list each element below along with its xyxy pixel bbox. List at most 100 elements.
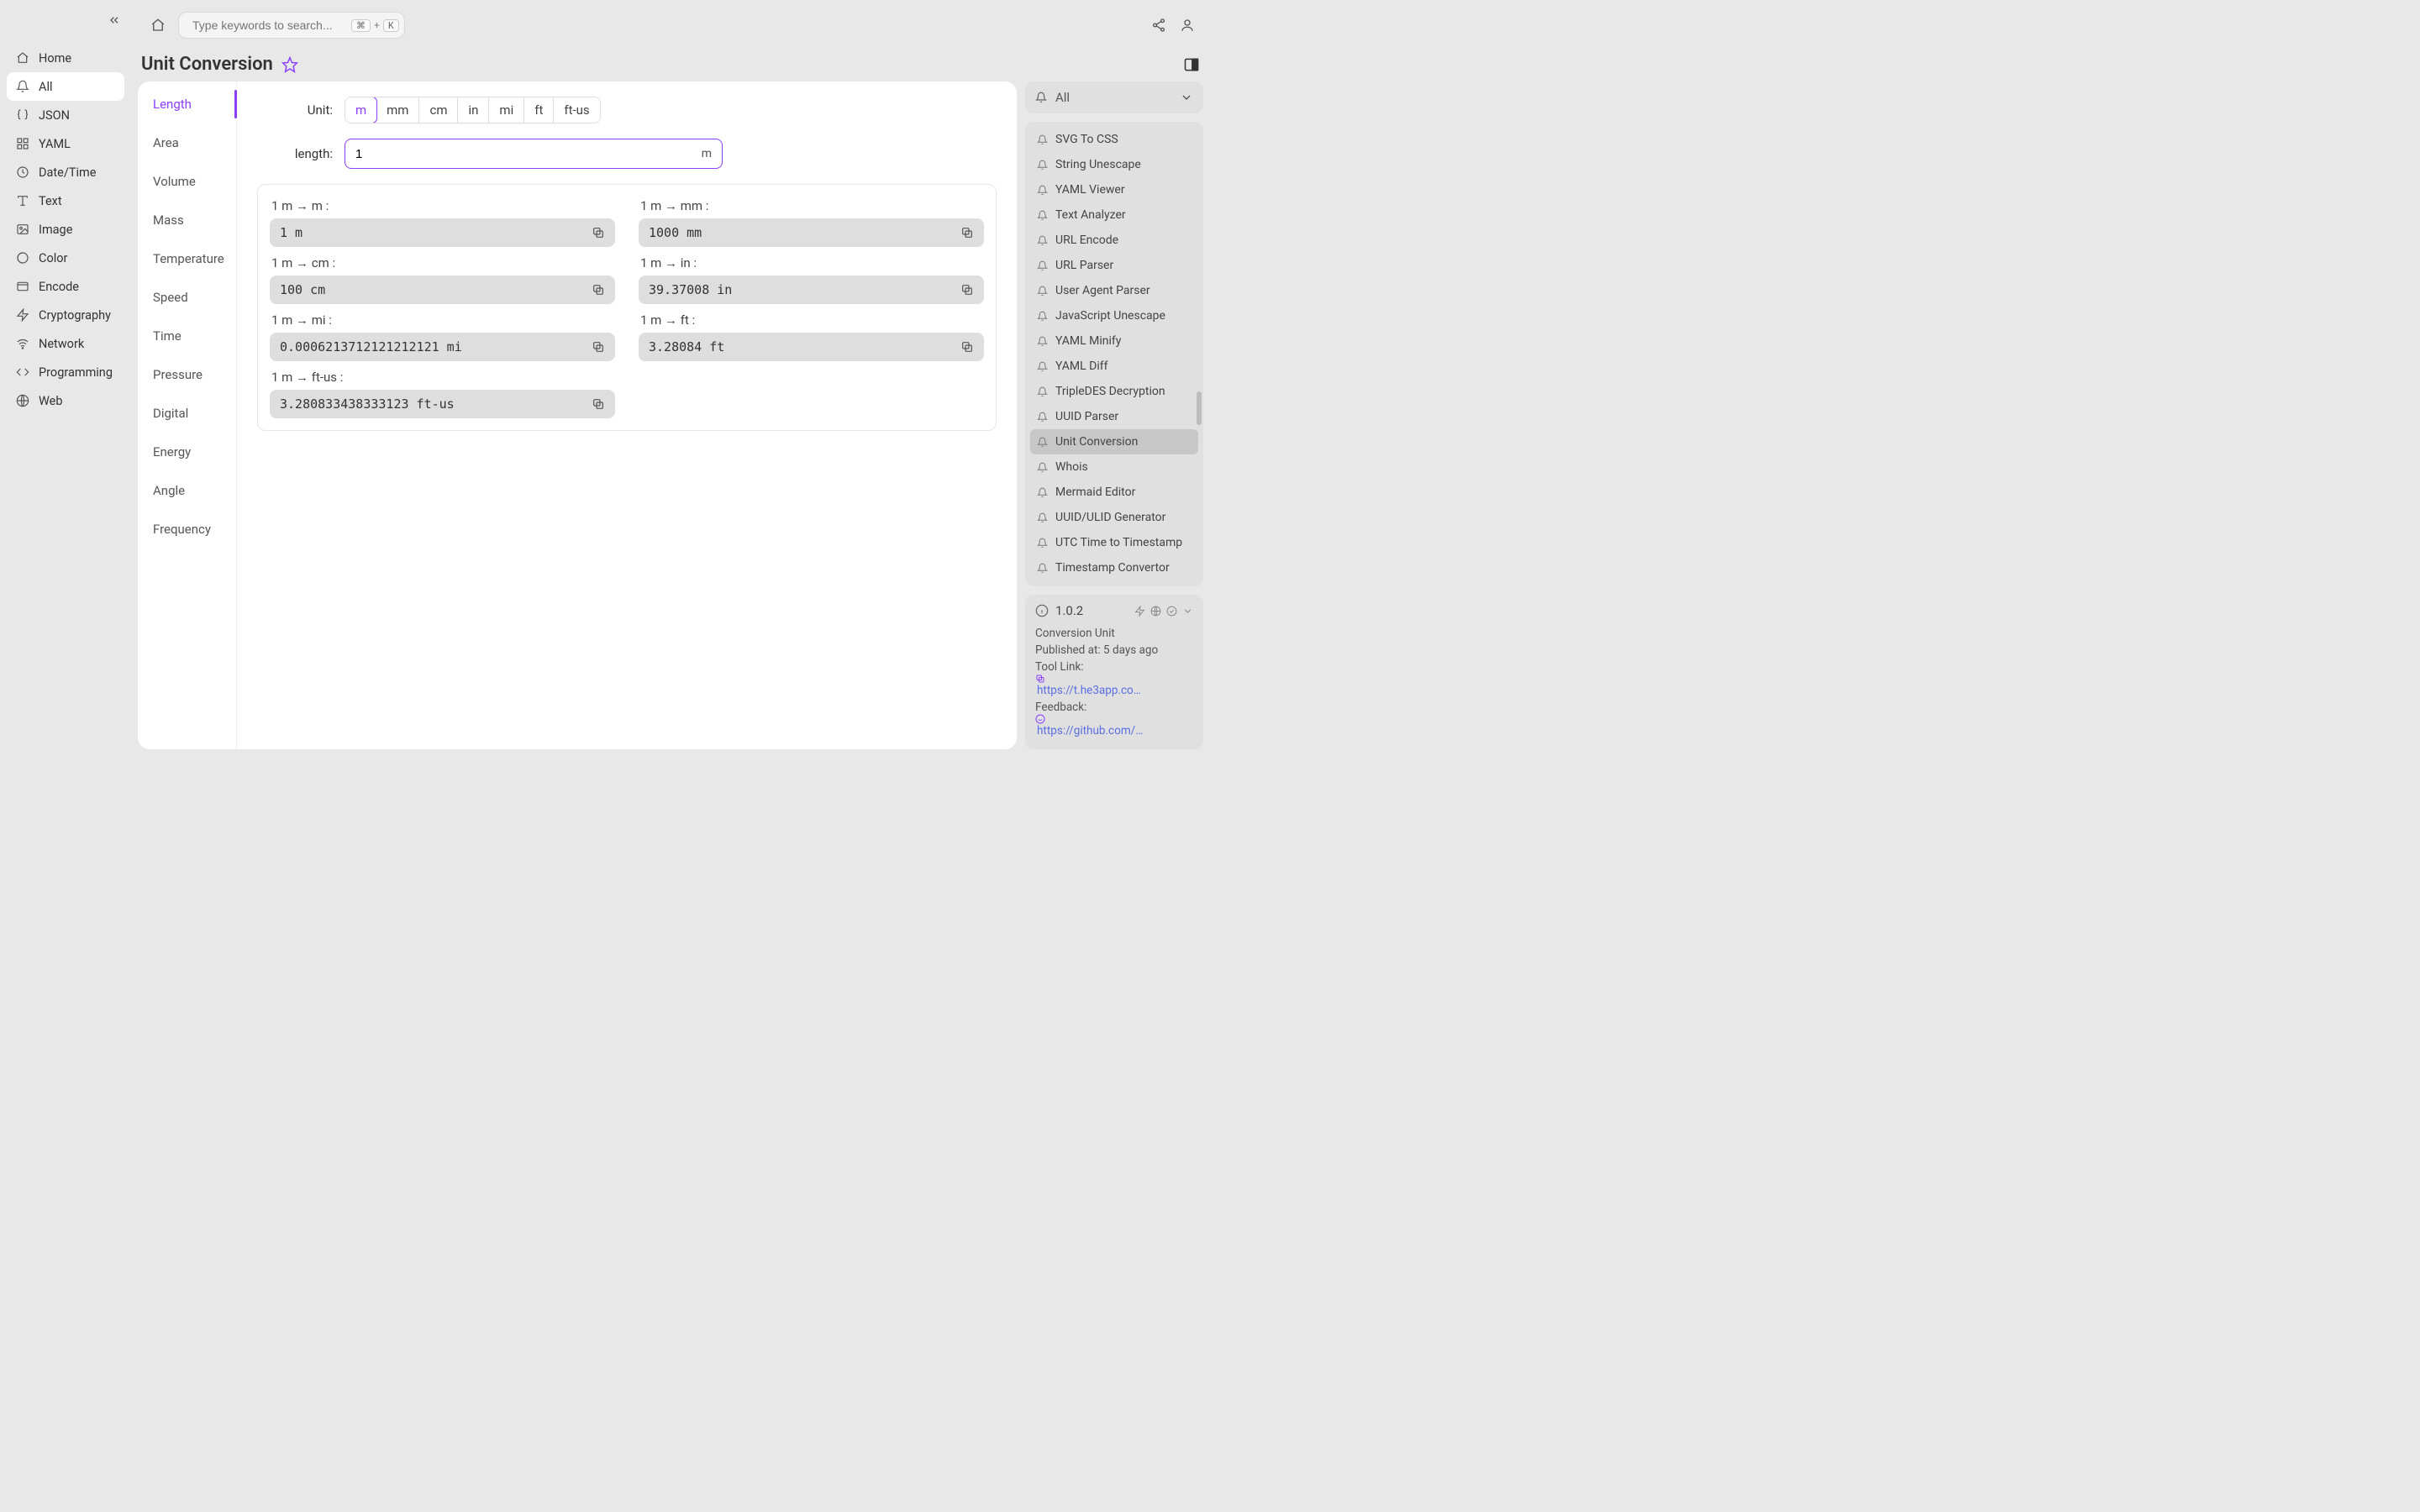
tool-item-url-encode[interactable]: URL Encode <box>1030 228 1198 253</box>
tab-frequency[interactable]: Frequency <box>138 510 236 549</box>
tool-item-svg-to-css[interactable]: SVG To CSS <box>1030 127 1198 152</box>
panel-toggle-icon[interactable] <box>1183 56 1200 73</box>
tool-item-label: SVG To CSS <box>1055 133 1118 146</box>
results-panel: 1 m → m : 1 m 1 m → mm : 1000 mm 1 m → c… <box>257 184 997 431</box>
right-filter-label: All <box>1055 90 1070 105</box>
tool-item-whois[interactable]: Whois <box>1030 454 1198 480</box>
tool-item-yaml-minify[interactable]: YAML Minify <box>1030 328 1198 354</box>
bell-icon <box>1037 462 1049 473</box>
bell-icon <box>1035 92 1047 103</box>
tool-item-label: YAML Viewer <box>1055 183 1125 197</box>
copy-link-icon[interactable] <box>1035 674 1193 684</box>
tab-speed[interactable]: Speed <box>138 278 236 317</box>
tab-time[interactable]: Time <box>138 317 236 355</box>
tool-item-yaml-diff[interactable]: YAML Diff <box>1030 354 1198 379</box>
unit-option-cm[interactable]: cm <box>419 97 458 123</box>
result-block: 1 m → ft : 3.28084 ft <box>639 307 984 361</box>
sidebar-item-all[interactable]: All <box>7 72 124 101</box>
tool-item-user-agent-parser[interactable]: User Agent Parser <box>1030 278 1198 303</box>
tool-item-string-unescape[interactable]: String Unescape <box>1030 152 1198 177</box>
bell-icon <box>1037 386 1049 397</box>
sidebar-item-encode[interactable]: Encode <box>7 272 124 301</box>
braces-icon <box>15 108 30 123</box>
tab-digital[interactable]: Digital <box>138 394 236 433</box>
tool-item-yaml-viewer[interactable]: YAML Viewer <box>1030 177 1198 202</box>
sidebar-item-label: Programming <box>39 365 113 380</box>
sidebar-item-web[interactable]: Web <box>7 386 124 415</box>
info-icon <box>1035 604 1049 617</box>
tool-item-utc-time-to-timestamp[interactable]: UTC Time to Timestamp <box>1030 530 1198 555</box>
tool-item-label: User Agent Parser <box>1055 284 1150 297</box>
sidebar-item-text[interactable]: Text <box>7 186 124 215</box>
search-shortcut: ⌘ + K <box>351 19 399 32</box>
copy-icon[interactable] <box>960 226 974 239</box>
tab-pressure[interactable]: Pressure <box>138 355 236 394</box>
length-input-wrap[interactable]: m <box>345 139 723 169</box>
code-icon <box>15 365 30 380</box>
copy-icon[interactable] <box>592 340 605 354</box>
tool-item-uuid-ulid-generator[interactable]: UUID/ULID Generator <box>1030 505 1198 530</box>
tab-energy[interactable]: Energy <box>138 433 236 471</box>
copy-icon[interactable] <box>960 340 974 354</box>
tool-link[interactable]: https://t.he3app.co… <box>1037 684 1141 697</box>
tab-angle[interactable]: Angle <box>138 471 236 510</box>
home-button[interactable] <box>146 13 170 37</box>
unit-option-ft-us[interactable]: ft-us <box>554 97 599 123</box>
sidebar-item-programming[interactable]: Programming <box>7 358 124 386</box>
tab-area[interactable]: Area <box>138 123 236 162</box>
feedback-icon[interactable] <box>1035 714 1193 724</box>
right-filter-dropdown[interactable]: All <box>1025 81 1203 113</box>
length-input[interactable] <box>355 147 702 161</box>
tab-temperature[interactable]: Temperature <box>138 239 236 278</box>
sidebar-item-date-time[interactable]: Date/Time <box>7 158 124 186</box>
sidebar-item-label: Color <box>39 251 67 265</box>
tool-item-label: Unit Conversion <box>1055 435 1138 449</box>
scrollbar-thumb[interactable] <box>1197 391 1202 425</box>
sidebar-item-image[interactable]: Image <box>7 215 124 244</box>
unit-option-m[interactable]: m <box>345 97 377 123</box>
search-input[interactable] <box>192 18 345 32</box>
tool-list[interactable]: SVG To CSS String Unescape YAML Viewer Text… <box>1025 122 1203 586</box>
tab-mass[interactable]: Mass <box>138 201 236 239</box>
share-icon[interactable] <box>1151 18 1166 33</box>
search-box[interactable]: ⌘ + K <box>178 12 405 39</box>
sidebar-item-label: Encode <box>39 280 79 294</box>
tool-item-uuid-parser[interactable]: UUID Parser <box>1030 404 1198 429</box>
unit-option-mi[interactable]: mi <box>489 97 524 123</box>
copy-icon[interactable] <box>960 283 974 297</box>
result-value: 0.0006213712121212121 mi <box>270 333 615 361</box>
feedback-link[interactable]: https://github.com/… <box>1037 724 1143 738</box>
tool-item-mermaid-editor[interactable]: Mermaid Editor <box>1030 480 1198 505</box>
sidebar-item-label: Image <box>39 223 72 237</box>
info-published: Published at: 5 days ago <box>1035 643 1193 657</box>
sidebar-item-label: Home <box>39 51 71 66</box>
tool-item-label: URL Encode <box>1055 234 1118 247</box>
chevron-down-icon[interactable] <box>1182 606 1193 617</box>
sidebar-item-cryptography[interactable]: Cryptography <box>7 301 124 329</box>
color-icon <box>15 250 30 265</box>
tab-length[interactable]: Length <box>138 85 236 123</box>
tool-item-timestamp-convertor[interactable]: Timestamp Convertor <box>1030 555 1198 580</box>
collapse-sidebar-button[interactable] <box>108 13 121 27</box>
sidebar-item-home[interactable]: Home <box>7 44 124 72</box>
tab-volume[interactable]: Volume <box>138 162 236 201</box>
copy-icon[interactable] <box>592 397 605 411</box>
unit-option-ft[interactable]: ft <box>524 97 554 123</box>
tool-item-text-analyzer[interactable]: Text Analyzer <box>1030 202 1198 228</box>
unit-option-mm[interactable]: mm <box>376 97 419 123</box>
sidebar-item-network[interactable]: Network <box>7 329 124 358</box>
unit-option-in[interactable]: in <box>458 97 489 123</box>
tool-item-javascript-unescape[interactable]: JavaScript Unescape <box>1030 303 1198 328</box>
sidebar-item-color[interactable]: Color <box>7 244 124 272</box>
favorite-star-icon[interactable] <box>281 56 298 73</box>
copy-icon[interactable] <box>592 226 605 239</box>
sidebar-item-yaml[interactable]: YAML <box>7 129 124 158</box>
info-toollink: Tool Link: https://t.he3app.co… <box>1035 660 1193 697</box>
copy-icon[interactable] <box>592 283 605 297</box>
tool-item-tripledes-decryption[interactable]: TripleDES Decryption <box>1030 379 1198 404</box>
bell-icon <box>1037 512 1049 523</box>
tool-item-url-parser[interactable]: URL Parser <box>1030 253 1198 278</box>
sidebar-item-json[interactable]: JSON <box>7 101 124 129</box>
profile-icon[interactable] <box>1180 18 1195 33</box>
tool-item-unit-conversion[interactable]: Unit Conversion <box>1030 429 1198 454</box>
